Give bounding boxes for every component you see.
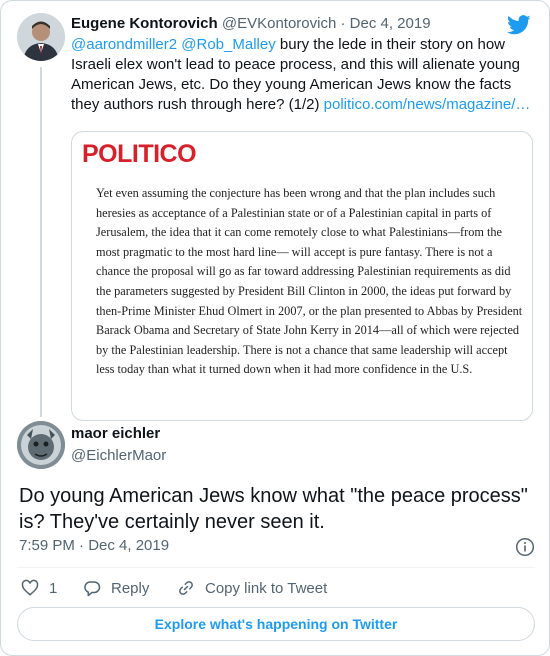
article-excerpt: Yet even assuming the conjecture has bee… — [96, 186, 523, 377]
mention-link[interactable]: @aarondmiller2 — [71, 36, 177, 53]
separator: · — [340, 15, 346, 32]
link-icon — [179, 581, 193, 595]
reply-icon — [84, 581, 101, 597]
tweet-date[interactable]: Dec 4, 2019 — [350, 15, 431, 32]
like-count: 1 — [49, 579, 58, 597]
parent-tweet-body: Eugene Kontorovich @EVKontorovich · Dec … — [71, 13, 535, 115]
like-button[interactable]: 1 — [21, 579, 57, 597]
handle[interactable]: @EichlerMaor — [71, 447, 166, 464]
reply-tweet-text: Do young American Jews know what "the pe… — [19, 485, 528, 533]
reply-label: Reply — [111, 579, 150, 597]
handle[interactable]: @EVKontorovich — [222, 15, 336, 32]
copy-link-label: Copy link to Tweet — [205, 579, 328, 597]
display-name[interactable]: Eugene Kontorovich — [71, 15, 218, 32]
info-icon[interactable] — [515, 537, 535, 557]
embedded-tweet-card: Eugene Kontorovich @EVKontorovich · Dec … — [0, 0, 550, 656]
explore-twitter-button[interactable]: Explore what's happening on Twitter — [17, 607, 535, 641]
avatar[interactable] — [17, 421, 65, 469]
tweet-actions: 1 Reply Copy link to Tweet — [17, 579, 535, 599]
thread-line — [40, 67, 42, 417]
display-name[interactable]: maor eichler — [71, 425, 160, 442]
avatar-image — [17, 421, 65, 469]
divider — [17, 567, 535, 568]
parent-tweet-header: Eugene Kontorovich @EVKontorovich · Dec … — [71, 13, 535, 35]
avatar-image — [17, 13, 65, 61]
link-preview-card[interactable]: POLITICO Yet even assuming the conjectur… — [71, 131, 533, 421]
copy-link-button[interactable]: Copy link to Tweet — [177, 579, 327, 597]
parent-tweet-text: @aarondmiller2 @Rob_Malley bury the lede… — [71, 35, 535, 115]
reply-button[interactable]: Reply — [83, 579, 149, 597]
mention-link[interactable]: @Rob_Malley — [181, 36, 275, 53]
avatar[interactable] — [17, 13, 65, 61]
politico-logo: POLITICO — [82, 140, 197, 168]
tweet-timestamp[interactable]: 7:59 PM · Dec 4, 2019 — [19, 537, 169, 554]
heart-icon — [21, 579, 39, 596]
twitter-bird-icon[interactable] — [507, 15, 531, 35]
article-link[interactable]: politico.com/news/magazine/… — [324, 96, 531, 113]
